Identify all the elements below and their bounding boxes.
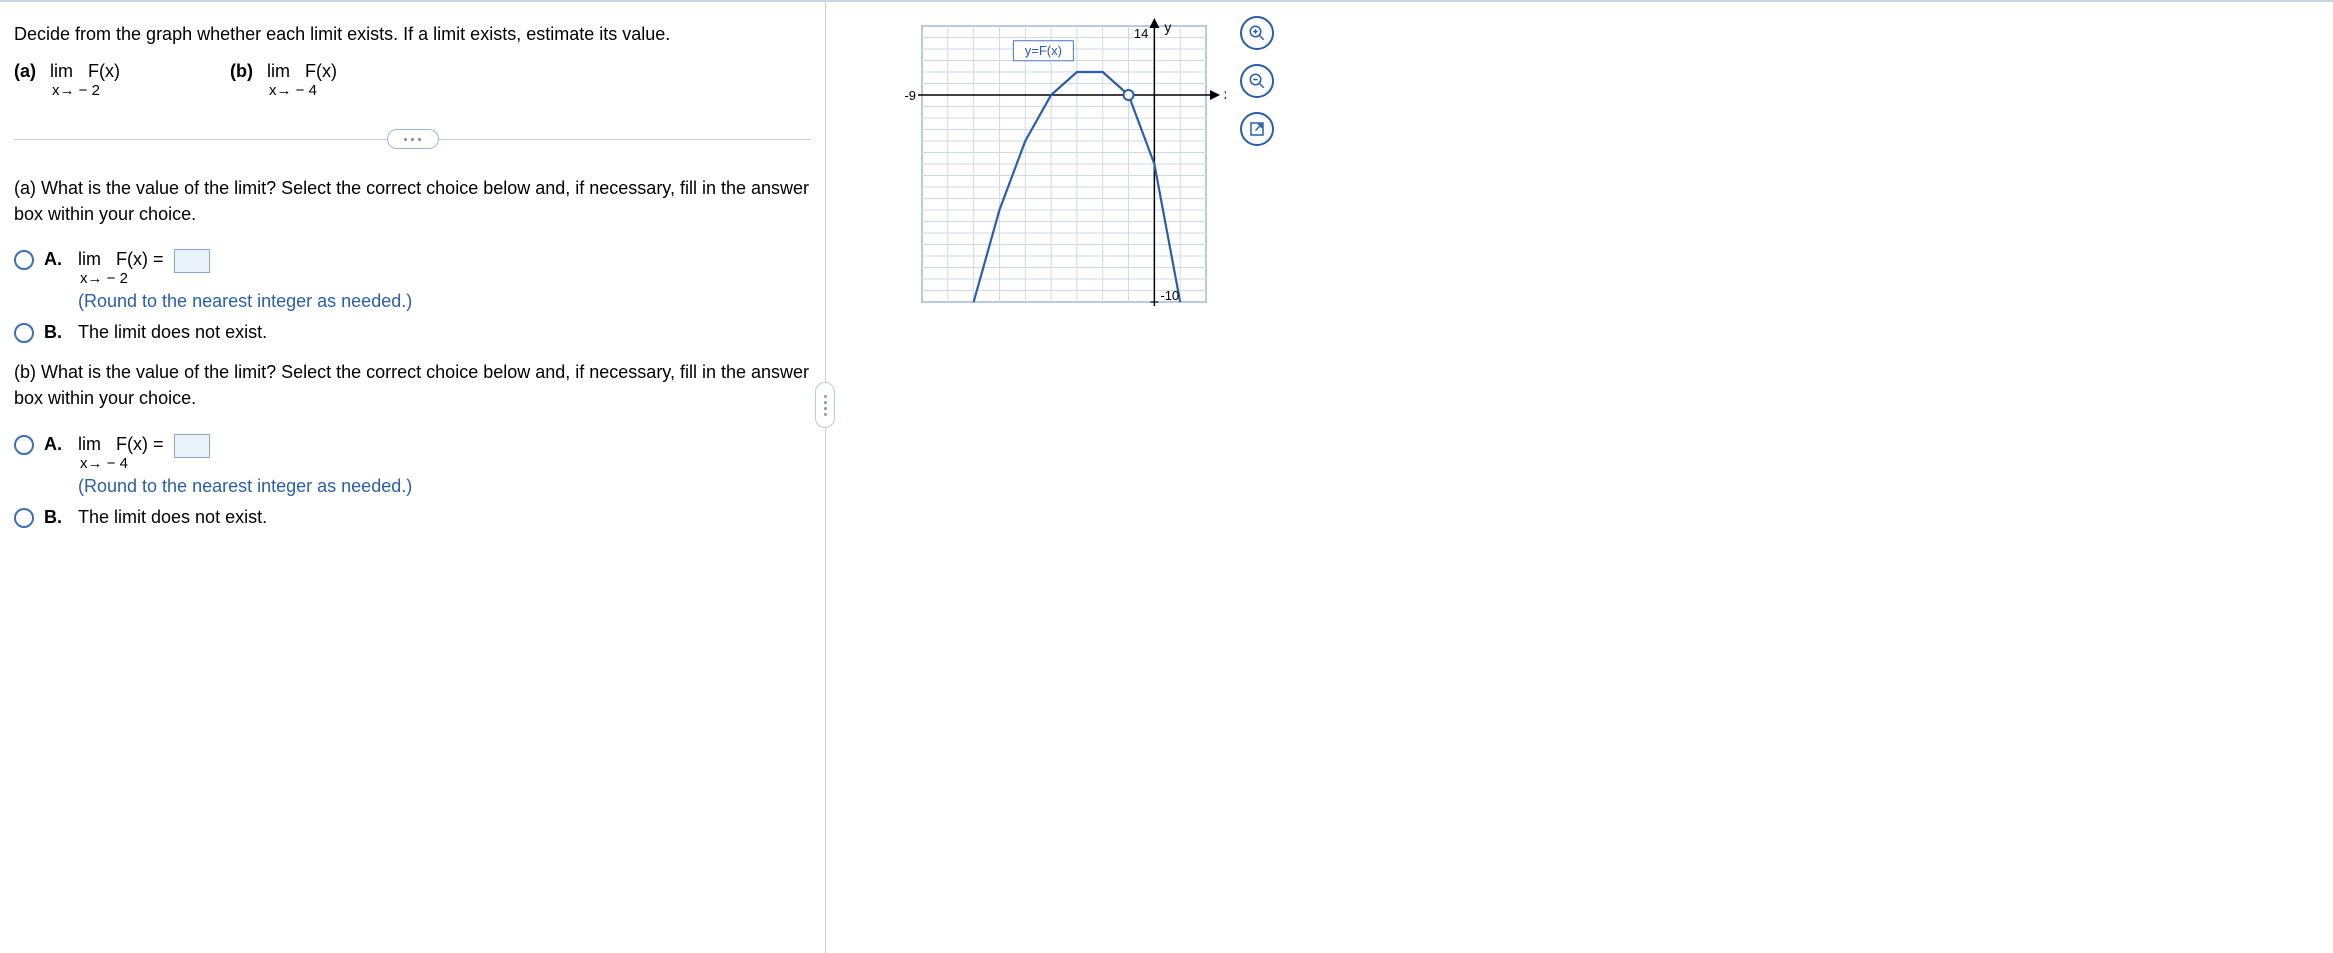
question-a-intro: (a) What is the value of the limit? Sele… bbox=[14, 175, 811, 227]
svg-text:y=F(x): y=F(x) bbox=[1025, 43, 1062, 58]
choice-body: lim F(x) = x→ − 2 (Round to the nearest … bbox=[78, 249, 811, 312]
lim-word: lim bbox=[78, 434, 101, 454]
svg-text:-9: -9 bbox=[904, 88, 916, 103]
zoom-out-icon bbox=[1248, 72, 1266, 90]
choice-label: B. bbox=[44, 507, 68, 528]
lim-approach: x→ − 4 bbox=[78, 455, 164, 472]
popout-icon bbox=[1248, 120, 1266, 138]
lim-approach: x→ − 2 bbox=[50, 82, 120, 99]
parts-row: (a) lim F(x) x→ − 2 (b) lim F(x) x→ − 4 bbox=[14, 61, 811, 99]
answer-input-qa[interactable] bbox=[174, 249, 210, 273]
choice-label: B. bbox=[44, 322, 68, 343]
graph-svg: y=F(x) y x -9 14 -10 bbox=[886, 16, 1226, 316]
choice-body: lim F(x) = x→ − 4 (Round to the nearest … bbox=[78, 434, 811, 497]
lim-fn: F(x) bbox=[305, 61, 337, 81]
lim-fn-eq: F(x) = bbox=[116, 434, 164, 454]
prompt-text: Decide from the graph whether each limit… bbox=[14, 22, 811, 47]
graph-panel: y=F(x) y x -9 14 -10 bbox=[826, 2, 2333, 951]
graph-wrap: y=F(x) y x -9 14 -10 bbox=[886, 16, 2313, 316]
question-panel: Decide from the graph whether each limit… bbox=[0, 2, 825, 951]
lim-word: lim bbox=[78, 249, 101, 269]
choice-label: A. bbox=[44, 434, 68, 455]
choice-limit-line: lim F(x) = x→ − 2 bbox=[78, 249, 811, 287]
choice-b-A: A. lim F(x) = x→ − 4 (Round to the neare… bbox=[14, 434, 811, 497]
choice-b-B: B. The limit does not exist. bbox=[14, 507, 811, 528]
divider-row bbox=[14, 129, 811, 149]
svg-text:-10: -10 bbox=[1160, 288, 1179, 303]
lim-fn: F(x) bbox=[88, 61, 120, 81]
part-b-label: (b) bbox=[230, 61, 253, 82]
part-b: (b) lim F(x) x→ − 4 bbox=[230, 61, 337, 99]
lim-word: lim bbox=[50, 61, 73, 81]
svg-text:y: y bbox=[1164, 19, 1171, 35]
zoom-out-button[interactable] bbox=[1240, 64, 1274, 98]
page: Decide from the graph whether each limit… bbox=[0, 0, 2333, 951]
part-a: (a) lim F(x) x→ − 2 bbox=[14, 61, 120, 99]
part-a-label: (a) bbox=[14, 61, 36, 82]
choice-limit-line: lim F(x) = x→ − 4 bbox=[78, 434, 811, 472]
choice-text: The limit does not exist. bbox=[78, 322, 811, 343]
choice-label: A. bbox=[44, 249, 68, 270]
choice-a-A: A. lim F(x) = x→ − 2 (Round to the neare… bbox=[14, 249, 811, 312]
svg-text:x: x bbox=[1224, 86, 1226, 102]
lim-fn-eq: F(x) = bbox=[116, 249, 164, 269]
choice-text: The limit does not exist. bbox=[78, 507, 811, 528]
lim-approach: x→ − 4 bbox=[267, 82, 337, 99]
radio-qa-A[interactable] bbox=[14, 250, 34, 270]
lim-approach: x→ − 2 bbox=[78, 270, 164, 287]
zoom-in-icon bbox=[1248, 24, 1266, 42]
radio-qb-B[interactable] bbox=[14, 508, 34, 528]
round-hint: (Round to the nearest integer as needed.… bbox=[78, 291, 811, 312]
zoom-in-button[interactable] bbox=[1240, 16, 1274, 50]
expand-pill[interactable] bbox=[387, 129, 439, 149]
lim-word: lim bbox=[267, 61, 290, 81]
popout-button[interactable] bbox=[1240, 112, 1274, 146]
radio-qa-B[interactable] bbox=[14, 323, 34, 343]
svg-text:14: 14 bbox=[1134, 26, 1148, 41]
radio-qb-A[interactable] bbox=[14, 435, 34, 455]
part-a-limit: lim F(x) x→ − 2 bbox=[50, 61, 120, 99]
question-b-intro: (b) What is the value of the limit? Sele… bbox=[14, 359, 811, 411]
choice-a-B: B. The limit does not exist. bbox=[14, 322, 811, 343]
tool-column bbox=[1240, 16, 1274, 146]
part-b-limit: lim F(x) x→ − 4 bbox=[267, 61, 337, 99]
answer-input-qb[interactable] bbox=[174, 434, 210, 458]
round-hint: (Round to the nearest integer as needed.… bbox=[78, 476, 811, 497]
